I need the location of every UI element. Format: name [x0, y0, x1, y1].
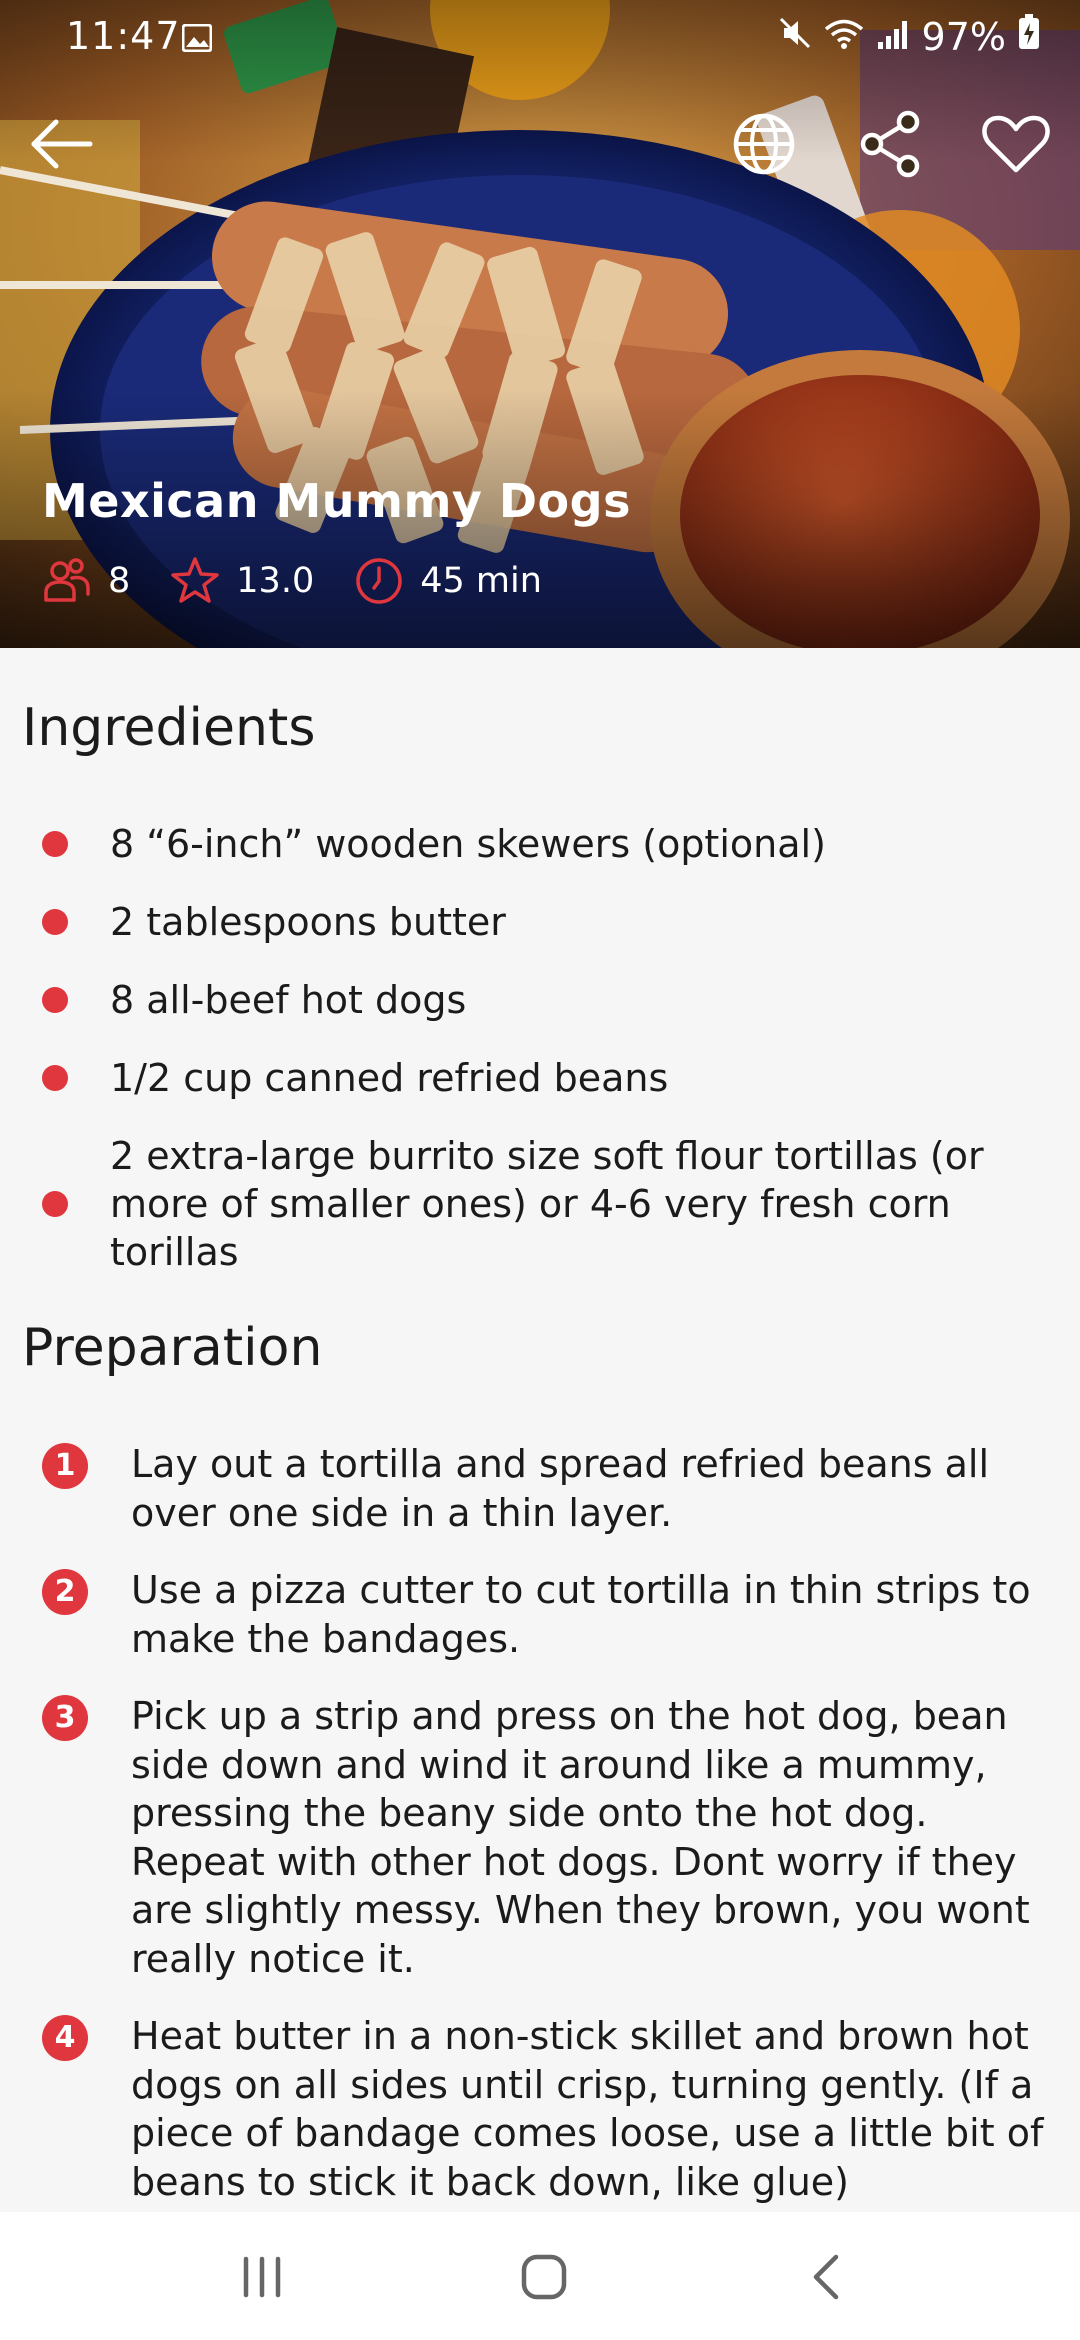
- recipe-meta: 8 13.0 45 min: [42, 556, 582, 606]
- image-notification-icon: [181, 23, 213, 56]
- time-value: 45 min: [420, 561, 542, 601]
- status-indicators: 97%: [778, 14, 1040, 59]
- wifi-icon: [824, 15, 864, 59]
- bullet-icon: [42, 1191, 68, 1217]
- ingredient-text: 8 “6-inch” wooden skewers (optional): [110, 822, 826, 866]
- servings-icon: [44, 558, 90, 602]
- recents-icon[interactable]: [212, 2242, 312, 2312]
- back-arrow-icon[interactable]: [26, 108, 98, 180]
- status-bar: 11:47 97%: [0, 0, 1080, 80]
- bullet-icon: [42, 909, 68, 935]
- step-number-badge: 3: [42, 1695, 88, 1741]
- step-text: Lay out a tortilla and spread refried be…: [131, 1442, 990, 1535]
- time-info: 45 min: [354, 556, 542, 606]
- rating-value: 13.0: [236, 561, 315, 601]
- star-icon: [171, 557, 220, 603]
- step-text: Pick up a strip and press on the hot dog…: [131, 1694, 1030, 1981]
- step-number-badge: 4: [42, 2015, 88, 2061]
- home-icon[interactable]: [494, 2242, 594, 2312]
- battery-icon: [1018, 14, 1040, 59]
- share-icon[interactable]: [854, 108, 926, 180]
- bullet-icon: [42, 831, 68, 857]
- system-nav-bar: [0, 2212, 1080, 2340]
- rating-info: 13.0: [170, 556, 314, 606]
- bullet-icon: [42, 1065, 68, 1091]
- servings-count: 8: [108, 561, 131, 601]
- ingredient-text: 2 extra-large burrito size soft flour to…: [110, 1134, 984, 1274]
- ingredients-heading: Ingredients: [22, 698, 316, 758]
- ingredient-text: 2 tablespoons butter: [110, 900, 506, 944]
- preparation-heading: Preparation: [22, 1318, 323, 1378]
- status-time: 11:47: [66, 14, 181, 58]
- back-icon[interactable]: [776, 2242, 876, 2312]
- bullet-icon: [42, 987, 68, 1013]
- step-text: Use a pizza cutter to cut tortilla in th…: [131, 1568, 1031, 1661]
- signal-icon: [876, 15, 910, 59]
- ingredient-text: 1/2 cup canned refried beans: [110, 1056, 669, 1100]
- clock-icon: [356, 558, 402, 604]
- heart-icon[interactable]: [980, 108, 1052, 180]
- recipe-screen: 11:47 97% Mexican Mummy Dogs 8 13.0 45 m…: [0, 0, 1080, 2340]
- servings-info: 8: [42, 556, 130, 606]
- recipe-title: Mexican Mummy Dogs: [42, 474, 631, 528]
- step-number-badge: 2: [42, 1569, 88, 1615]
- step-text: Heat butter in a non-stick skillet and b…: [131, 2014, 1044, 2204]
- recipe-photo: [0, 0, 1080, 648]
- ingredient-text: 8 all-beef hot dogs: [110, 978, 467, 1022]
- recipe-hero: 11:47 97% Mexican Mummy Dogs 8 13.0 45 m…: [0, 0, 1080, 648]
- step-number-badge: 1: [42, 1443, 88, 1489]
- mute-icon: [778, 15, 812, 59]
- battery-percent: 97%: [921, 14, 1006, 59]
- globe-icon[interactable]: [728, 108, 800, 180]
